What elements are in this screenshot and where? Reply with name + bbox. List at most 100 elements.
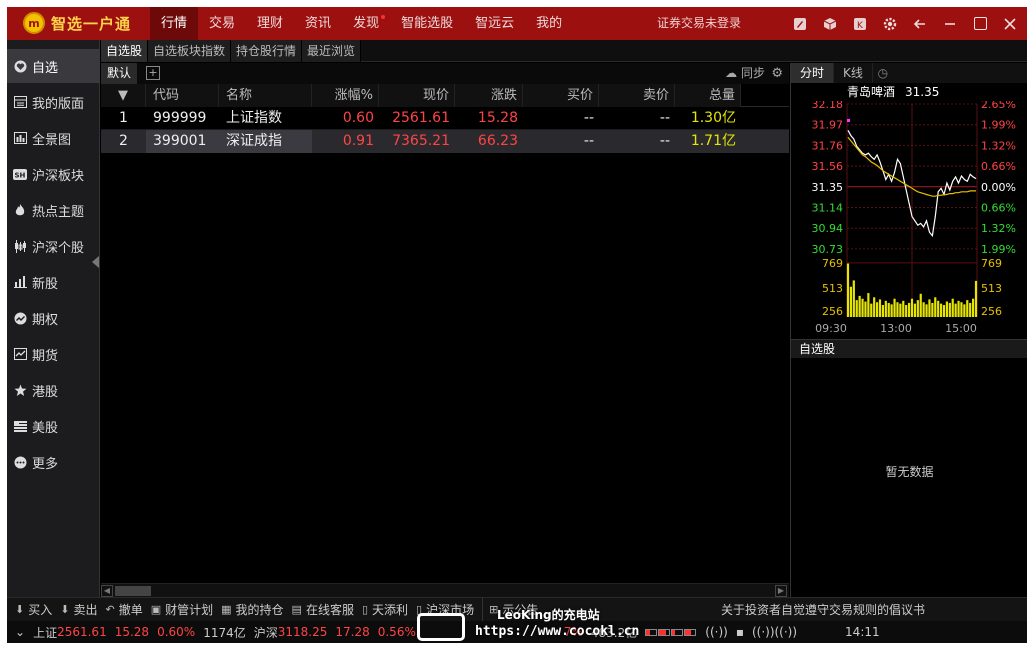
- sidebar-item-label: 美股: [32, 420, 59, 436]
- volume-tick-label: 513: [822, 282, 843, 295]
- stock-name: 青岛啤酒: [847, 85, 896, 99]
- history-icon[interactable]: ◷: [873, 63, 893, 83]
- header-ask[interactable]: 卖价: [599, 84, 675, 107]
- top-nav-smart-pick[interactable]: 智能选股: [390, 7, 464, 40]
- scroll-right-icon[interactable]: ▶: [775, 585, 787, 597]
- back-arrow-icon[interactable]: [907, 7, 933, 40]
- sync-button[interactable]: ☁ 同步: [725, 63, 765, 84]
- login-status[interactable]: 证券交易未登录: [657, 7, 741, 40]
- window-controls: K: [783, 7, 1023, 40]
- signal-icon: ((·)): [705, 625, 728, 639]
- sidebar-item-new-stocks[interactable]: 新股: [7, 265, 100, 299]
- sh-index-amount: 1174亿: [203, 625, 246, 640]
- sell-button[interactable]: ⬇ 卖出: [60, 598, 105, 622]
- logo-badge-icon: m: [23, 12, 45, 34]
- top-nav-cloud[interactable]: 智远云: [464, 7, 525, 40]
- tab-intraday[interactable]: 分时: [791, 63, 835, 83]
- sidebar-item-sh-sz-stocks[interactable]: 沪深个股: [7, 229, 100, 263]
- online-service-button[interactable]: ▤ 在线客服: [292, 598, 362, 622]
- group-tab-default[interactable]: 默认: [101, 63, 138, 84]
- sidebar-item-my-layout[interactable]: 我的版面: [7, 85, 100, 119]
- header-volume[interactable]: 总量: [675, 84, 741, 107]
- my-holdings-button[interactable]: ▦ 我的持仓: [221, 598, 291, 622]
- sidebar-item-hot-topics[interactable]: 热点主题: [7, 193, 100, 227]
- chart-tabs: 分时 K线 ◷: [791, 63, 1027, 83]
- top-nav-quotes[interactable]: 行情: [150, 7, 199, 40]
- scroll-left-icon[interactable]: ◀: [101, 585, 113, 597]
- tab-recent[interactable]: 最近浏览: [302, 40, 362, 62]
- cube-icon[interactable]: [817, 7, 843, 40]
- top-nav-label: 交易: [209, 16, 236, 31]
- cancel-order-button[interactable]: ↶ 撤单: [105, 598, 150, 622]
- header-code[interactable]: 代码: [146, 84, 219, 107]
- sort-dropdown-icon[interactable]: ▼: [101, 84, 146, 107]
- intraday-chart[interactable]: 32.18 31.97 31.76 31.56 31.35 31.14 30.94 30.73…: [791, 101, 1027, 339]
- header-price[interactable]: 现价: [379, 84, 455, 107]
- gear-icon[interactable]: [877, 7, 903, 40]
- row-bid: --: [583, 133, 594, 149]
- expand-icon[interactable]: ⌄: [15, 625, 25, 639]
- header-name[interactable]: 名称: [219, 84, 312, 107]
- notice-ticker[interactable]: 关于投资者自觉遵守交易规则的倡议书: [721, 598, 925, 622]
- panorama-icon: [13, 131, 27, 145]
- table-header: ▼ 代码 名称 涨幅% 现价 涨跌 买价 卖价 总量: [101, 84, 789, 107]
- tab-watch-sector-index[interactable]: 自选板块指数: [148, 40, 232, 62]
- sidebar-item-label: 新股: [32, 276, 59, 292]
- top-nav-label: 发现: [353, 16, 380, 31]
- pct-tick-label: 2.65%: [981, 101, 1016, 111]
- sz-index-label: 沪深: [253, 625, 278, 640]
- more-icon: [13, 455, 27, 469]
- price-tick-label: 31.76: [812, 139, 844, 152]
- top-nav-label: 我的: [536, 16, 563, 31]
- row-change: 66.23: [477, 133, 518, 149]
- volume-tick-label: 513: [981, 282, 1002, 295]
- pct-tick-label: 1.99%: [981, 243, 1016, 256]
- sidebar-item-watchlist[interactable]: 自选: [7, 49, 100, 83]
- sidebar-item-us-stocks[interactable]: 美股: [7, 409, 100, 443]
- gear-icon[interactable]: ⚙: [771, 63, 783, 84]
- sidebar-item-hk-stocks[interactable]: 港股: [7, 373, 100, 407]
- close-icon[interactable]: [997, 7, 1023, 40]
- top-nav-label: 资讯: [305, 16, 332, 31]
- top-nav-finance[interactable]: 理财: [246, 7, 294, 40]
- watermark: LeoKing的充电站 https://www.cocokl.cn: [417, 603, 639, 643]
- header-pct[interactable]: 涨幅%: [312, 84, 379, 107]
- font-icon[interactable]: K: [847, 7, 873, 40]
- horizontal-scrollbar[interactable]: ◀ ▶: [101, 583, 789, 597]
- tab-watchlist[interactable]: 自选股: [101, 40, 149, 62]
- minimize-icon[interactable]: [937, 7, 963, 40]
- plan-icon: ▣: [150, 602, 162, 616]
- sh-index-label: 上证: [33, 625, 58, 640]
- top-nav-trade[interactable]: 交易: [198, 7, 246, 40]
- toolbar-label: 买入: [28, 602, 53, 617]
- scroll-thumb[interactable]: [115, 586, 151, 596]
- sidebar-item-options[interactable]: 期权: [7, 301, 100, 335]
- maximize-icon[interactable]: [967, 7, 993, 40]
- header-change[interactable]: 涨跌: [455, 84, 523, 107]
- tab-holdings-quotes[interactable]: 持仓股行情: [231, 40, 303, 62]
- add-group-button[interactable]: +: [146, 66, 160, 80]
- top-nav-discover[interactable]: 发现: [342, 7, 390, 40]
- volume-tick-label: 256: [981, 305, 1002, 318]
- sidebar-item-futures[interactable]: 期货: [7, 337, 100, 371]
- sidebar-item-label: 期货: [32, 348, 59, 364]
- top-nav-mine[interactable]: 我的: [525, 7, 573, 40]
- wallet-icon: ▯: [361, 602, 369, 616]
- tiantianli-button[interactable]: ▯ 天添利: [362, 598, 416, 622]
- sidebar-collapse-icon[interactable]: [92, 256, 99, 268]
- finance-plan-button[interactable]: ▣ 财管计划: [151, 598, 221, 622]
- header-bid[interactable]: 买价: [523, 84, 599, 107]
- edit-icon[interactable]: [787, 7, 813, 40]
- sidebar-item-more[interactable]: 更多: [7, 445, 100, 479]
- table-row[interactable]: 1 999999 上证指数 0.60 2561.61 15.28 -- -- 1…: [101, 107, 789, 130]
- lock-icon: ▪: [735, 625, 744, 639]
- sidebar-item-sh-sz-board[interactable]: SH 沪深板块: [7, 157, 100, 191]
- line-chart-icon: [13, 347, 27, 361]
- buy-button[interactable]: ⬇ 买入: [15, 598, 60, 622]
- top-nav-news[interactable]: 资讯: [294, 7, 342, 40]
- sidebar-item-panorama[interactable]: 全景图: [7, 121, 100, 155]
- current-marker: [847, 119, 850, 122]
- top-nav-label: 理财: [257, 16, 284, 31]
- table-row[interactable]: 2 399001 深证成指 0.91 7365.21 66.23 -- -- 1…: [101, 130, 789, 153]
- tab-kline[interactable]: K线: [834, 63, 873, 83]
